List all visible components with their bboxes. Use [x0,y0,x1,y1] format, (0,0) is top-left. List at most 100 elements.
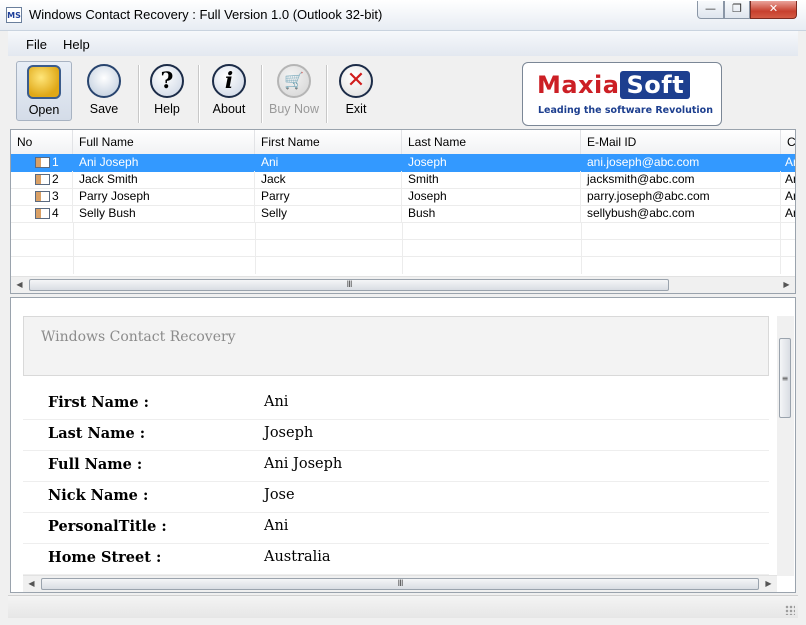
about-button[interactable]: i About [201,61,257,121]
field-value: Ani Joseph [264,456,343,472]
maximize-button[interactable]: ❐ [724,1,750,19]
maxiasoft-logo: Maxia Soft Leading the software Revolutio… [522,62,722,126]
column-header-email[interactable]: E-Mail ID [581,130,781,154]
about-label: About [212,102,246,116]
cell-email: parry.joseph@abc.com [581,188,781,205]
cell-first-name: Parry [255,188,402,205]
cell-no-text: 2 [52,172,59,186]
cell-no-text: 4 [52,206,59,220]
contact-card-icon [35,174,50,185]
cell-first-name: Selly [255,205,402,222]
exit-label: Exit [345,102,367,116]
field-value: Joseph [264,425,314,441]
open-button[interactable]: Open [16,61,72,121]
contact-card-icon [35,208,50,219]
cell-no-text: 1 [52,155,59,169]
cell-last-name: Bush [402,205,581,222]
scroll-right-arrow[interactable]: ▶ [778,277,795,293]
cell-full-name: Jack Smith [73,171,255,188]
grid-horizontal-scrollbar[interactable]: ◀ III ▶ [11,276,795,293]
column-header-co[interactable]: Co [781,130,795,154]
field-label: Nick Name : [48,487,149,504]
field-value: Ani [264,518,289,534]
cell-co: Ar [781,188,795,205]
scroll-right-arrow[interactable]: ▶ [760,576,777,592]
scroll-left-arrow[interactable]: ◀ [23,576,40,592]
cell-full-name: Ani Joseph [73,154,255,171]
contact-detail-pane: Windows Contact Recovery First Name : An… [10,297,796,593]
help-label: Help [154,102,180,116]
grid-header: No Full Name First Name Last Name E-Mail… [11,130,795,155]
logo-part-soft: Soft [620,71,691,99]
close-window-button[interactable]: ✕ [750,1,797,19]
logo-wordmark: Maxia Soft [537,71,691,99]
help-button[interactable]: ? Help [139,61,195,121]
detail-scroll-thumb-horizontal[interactable]: III [41,578,759,590]
field-value: Jose [264,487,295,503]
detail-row: First Name : Ani [23,388,769,420]
save-disk-icon [87,64,121,98]
contacts-grid: No Full Name First Name Last Name E-Mail… [10,129,796,294]
exit-button[interactable]: ✕ Exit [328,61,384,121]
buy-now-label: Buy Now [268,102,320,116]
cell-full-name: Parry Joseph [73,188,255,205]
info-icon: i [212,64,246,98]
save-label: Save [89,102,119,116]
column-header-full-name[interactable]: Full Name [73,130,255,154]
cell-no: 4 [11,205,73,222]
contact-card-icon [35,191,50,202]
menu-file[interactable]: File [26,37,47,52]
field-label: First Name : [48,394,149,411]
open-label: Open [28,103,60,117]
cell-email: jacksmith@abc.com [581,171,781,188]
detail-horizontal-scrollbar[interactable]: ◀ III ▶ [23,575,777,592]
app-icon[interactable]: MS [6,7,22,23]
detail-title: Windows Contact Recovery [41,329,236,345]
status-bar [8,595,798,618]
table-row[interactable]: 3 Parry Joseph Parry Joseph parry.joseph… [11,188,795,206]
cell-email: sellybush@abc.com [581,205,781,222]
save-button[interactable]: Save [76,61,132,121]
close-x-icon: ✕ [339,64,373,98]
open-folder-icon [27,65,61,99]
cell-full-name: Selly Bush [73,205,255,222]
empty-row [11,222,795,240]
detail-scroll-thumb[interactable]: ≡ [779,338,791,418]
table-row[interactable]: 4 Selly Bush Selly Bush sellybush@abc.co… [11,205,795,223]
detail-row: Last Name : Joseph [23,419,769,451]
cart-icon: 🛒 [277,64,311,98]
cell-email: ani.joseph@abc.com [581,154,781,171]
detail-header: Windows Contact Recovery [23,316,769,376]
help-question-icon: ? [150,64,184,98]
menu-help[interactable]: Help [63,37,90,52]
toolbar-separator [198,65,200,123]
detail-vertical-scrollbar[interactable]: ≡ [777,316,794,576]
column-header-first-name[interactable]: First Name [255,130,402,154]
minimize-button[interactable]: — [697,1,724,19]
field-label: Last Name : [48,425,146,442]
detail-row: Nick Name : Jose [23,481,769,513]
contact-card-icon [35,157,50,168]
window-title: Windows Contact Recovery : Full Version … [29,7,383,22]
detail-row: PersonalTitle : Ani [23,512,769,544]
table-row[interactable]: 2 Jack Smith Jack Smith jacksmith@abc.co… [11,171,795,189]
cell-last-name: Joseph [402,154,581,171]
cell-first-name: Ani [255,154,402,171]
cell-co: Ar [781,154,795,171]
table-row[interactable]: 1 Ani Joseph Ani Joseph ani.joseph@abc.c… [11,154,795,172]
empty-row [11,239,795,257]
detail-row: Full Name : Ani Joseph [23,450,769,482]
toolbar-separator [261,65,263,123]
cell-no: 1 [11,154,73,171]
scroll-left-arrow[interactable]: ◀ [11,277,28,293]
field-value: Australia [264,549,331,565]
column-header-last-name[interactable]: Last Name [402,130,581,154]
logo-part-maxia: Maxia [537,71,620,99]
column-header-no[interactable]: No [11,130,73,154]
buy-now-button[interactable]: 🛒 Buy Now [264,61,324,121]
resize-grip-icon[interactable] [785,605,795,615]
menu-bar: File Help [8,31,798,56]
title-bar[interactable]: MS Windows Contact Recovery : Full Versi… [0,0,806,31]
cell-no: 2 [11,171,73,188]
grid-scroll-thumb[interactable]: III [29,279,669,291]
